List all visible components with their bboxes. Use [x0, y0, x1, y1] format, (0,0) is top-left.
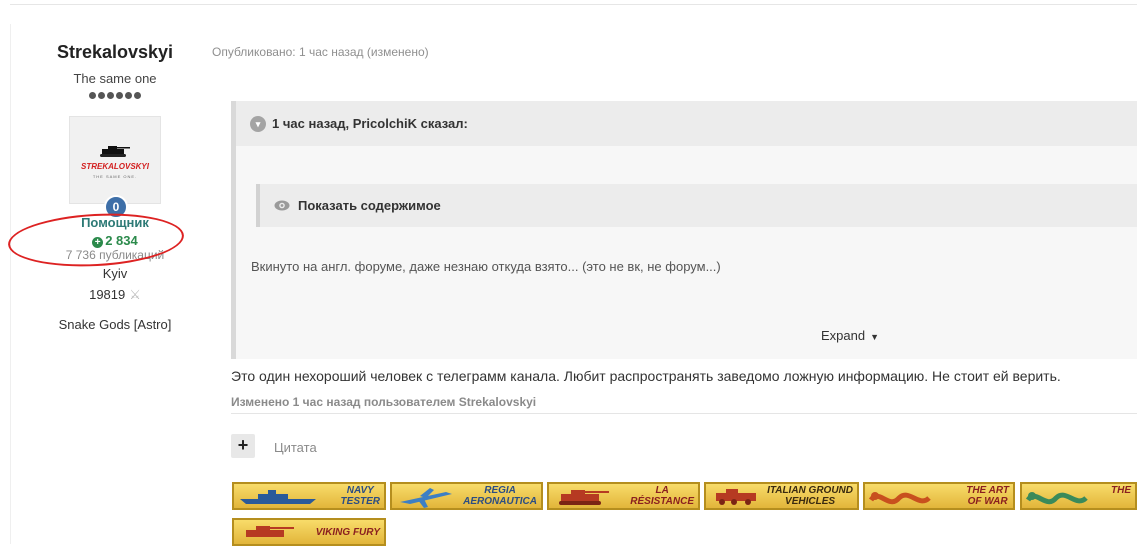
dragon-icon — [1026, 492, 1088, 505]
quote-block: ▾ 1 час назад, PricolchiK сказал: Показа… — [231, 101, 1137, 359]
medal-the-art-of-war[interactable]: THE ART OF WAR — [863, 482, 1015, 510]
chevron-down-icon: ▾ — [250, 115, 266, 132]
medal-the[interactable]: THE — [1020, 482, 1137, 510]
post-body: Это один нехороший человек с телеграмм к… — [231, 368, 1061, 384]
user-clan[interactable]: Snake Gods [Astro] — [20, 317, 210, 332]
expand-label: Expand — [821, 328, 866, 343]
medal-text: NAVY TESTER — [340, 485, 380, 507]
author-name[interactable]: Strekalovskyi — [20, 42, 210, 63]
avatar-subtext: THE SAME ONE. — [92, 174, 138, 179]
divider — [231, 413, 1137, 414]
user-score: 19819 ⚔ — [20, 287, 210, 303]
crossed-swords-icon: ⚔ — [129, 287, 141, 302]
medal-text: VIKING FURY — [315, 527, 380, 538]
top-divider — [10, 4, 1137, 5]
post-meta: Опубликовано: 1 час назад (изменено) — [212, 45, 429, 59]
medal-navy-tester[interactable]: NAVY TESTER — [232, 482, 386, 510]
medal-text: REGIA AERONAUTICA — [463, 485, 537, 507]
caret-down-icon: ▼ — [870, 332, 880, 342]
quote-header[interactable]: ▾ 1 час назад, PricolchiK сказал: — [236, 101, 1137, 146]
quote-button[interactable]: Цитата — [274, 440, 317, 455]
avatar-text: STREKALOVSKYI — [80, 162, 149, 171]
multiquote-button[interactable]: + — [231, 434, 255, 458]
quote-text: Вкинуто на англ. форуме, даже незнаю отк… — [251, 259, 721, 274]
spoiler-label: Показать содержимое — [298, 198, 441, 213]
ship-icon — [240, 490, 316, 504]
tank-icon — [559, 490, 609, 505]
medal-text: THE ART OF WAR — [966, 485, 1009, 507]
user-location: Kyiv — [102, 266, 128, 281]
medal-viking-fury[interactable]: VIKING FURY — [232, 518, 386, 546]
tank-icon — [246, 526, 294, 537]
avatar[interactable]: STREKALOVSKYI THE SAME ONE. 0 — [69, 116, 161, 219]
spoiler-toggle[interactable]: Показать содержимое — [256, 184, 1137, 227]
author-title: The same one — [73, 71, 157, 86]
author-panel: Strekalovskyi The same one STREKALOVSKYI… — [20, 40, 210, 332]
left-border — [10, 24, 11, 544]
medal-italian-ground-vehicles[interactable]: ITALIAN GROUND VEHICLES — [704, 482, 859, 510]
medal-regia-aeronautica[interactable]: REGIA AERONAUTICA — [390, 482, 543, 510]
edited-note: Изменено 1 час назад пользователем Strek… — [231, 395, 537, 409]
medal-text: LA RÉSISTANCE — [630, 485, 694, 507]
expand-button[interactable]: Expand ▼ — [821, 328, 879, 343]
medal-la-resistance[interactable]: LA RÉSISTANCE — [547, 482, 700, 510]
plane-icon — [400, 488, 452, 508]
tank-icon — [100, 146, 130, 157]
dragon-icon — [869, 492, 931, 505]
quote-header-text: 1 час назад, PricolchiK сказал: — [272, 116, 468, 131]
rank-pips — [20, 92, 210, 99]
eye-icon — [274, 200, 290, 211]
medal-text: ITALIAN GROUND VEHICLES — [767, 485, 853, 507]
medal-text: THE — [1111, 485, 1131, 496]
armored-car-icon — [716, 489, 756, 505]
score-value: 19819 — [89, 287, 126, 302]
